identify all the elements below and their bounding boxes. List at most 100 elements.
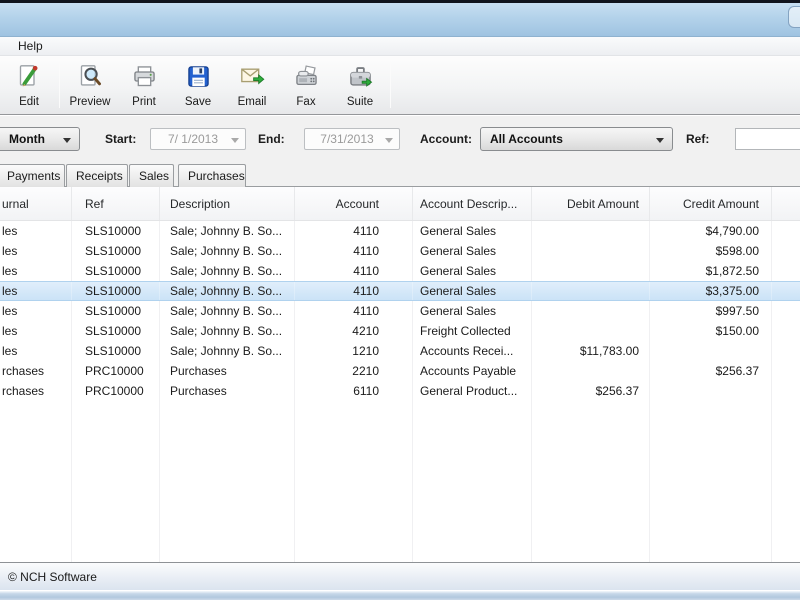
table-cell: Sale; Johnny B. So... [160,301,295,321]
table-cell: SLS10000 [72,321,160,341]
suite-button[interactable]: Suite [333,60,387,112]
table-cell: les [0,241,72,261]
tab-receipts[interactable]: Receipts [66,164,128,187]
end-date-value: 7/31/2013 [320,132,373,146]
table-cell [532,321,650,341]
tab-label: Sales [139,169,169,183]
table-cell-filler [772,282,800,300]
table-cell: SLS10000 [72,221,160,241]
table-cell: SLS10000 [72,301,160,321]
table-cell: Sale; Johnny B. So... [160,282,295,300]
table-cell [532,361,650,381]
table-cell: $1,872.50 [650,261,772,281]
grid-column-line [160,401,295,562]
table-cell: General Product... [413,381,532,401]
table-cell: SLS10000 [72,282,160,300]
table-cell: les [0,341,72,361]
table-cell: 4210 [295,321,413,341]
table-cell: les [0,261,72,281]
table-cell: 4110 [295,241,413,261]
table-cell: $150.00 [650,321,772,341]
end-date-picker[interactable]: 7/31/2013 [304,128,400,150]
status-bar: © NCH Software [0,562,800,590]
table-row[interactable]: rchasesPRC10000Purchases2210Accounts Pay… [0,361,800,381]
table-row[interactable]: lesSLS10000Sale; Johnny B. So...4110Gene… [0,261,800,281]
tab-payments[interactable]: Payments [0,164,65,187]
table-cell: 4110 [295,261,413,281]
table-cell: Freight Collected [413,321,532,341]
status-text: © NCH Software [8,570,97,584]
tab-bar: Payments Receipts Sales Purchases [0,162,800,187]
tab-label: Purchases [188,169,245,183]
table-cell-filler [772,241,800,261]
window-control-partial[interactable] [788,6,800,28]
edit-icon [16,63,43,95]
table-cell: 4110 [295,221,413,241]
table-cell: Accounts Payable [413,361,532,381]
app-window: Help Edit Preview [0,0,800,600]
column-header[interactable]: Credit Amount [650,187,772,220]
table-cell: rchases [0,361,72,381]
toolbar: Edit Preview Print [0,56,800,115]
table-cell [532,282,650,300]
filter-bar: Month Start: 7/ 1/2013 End: 7/31/2013 Ac… [0,116,800,162]
table-cell: Purchases [160,361,295,381]
table-cell-filler [772,361,800,381]
fax-button[interactable]: Fax [279,60,333,112]
table-cell: General Sales [413,282,532,300]
table-cell: General Sales [413,261,532,281]
table-cell: les [0,301,72,321]
table-row[interactable]: lesSLS10000Sale; Johnny B. So...4210Frei… [0,321,800,341]
table-cell-filler [772,381,800,401]
column-header[interactable]: Description [160,187,295,220]
table-cell: les [0,321,72,341]
table-cell: Sale; Johnny B. So... [160,221,295,241]
account-label: Account: [420,132,472,146]
column-header-filler [772,187,800,220]
table-cell: Purchases [160,381,295,401]
table-header-row: urnalRefDescriptionAccountAccount Descri… [0,187,800,221]
table-row[interactable]: lesSLS10000Sale; Johnny B. So...4110Gene… [0,241,800,261]
edit-button[interactable]: Edit [2,60,56,112]
column-header[interactable]: Debit Amount [532,187,650,220]
print-button[interactable]: Print [117,60,171,112]
preview-button[interactable]: Preview [63,60,117,112]
column-header[interactable]: Account Descrip... [413,187,532,220]
column-header[interactable]: urnal [0,187,72,220]
table-cell: $997.50 [650,301,772,321]
tab-purchases[interactable]: Purchases [178,164,246,187]
tab-sales[interactable]: Sales [129,164,174,187]
table-row[interactable]: rchasesPRC10000Purchases6110General Prod… [0,381,800,401]
table-cell: rchases [0,381,72,401]
menu-help[interactable]: Help [8,39,53,53]
table-row[interactable]: lesSLS10000Sale; Johnny B. So...4110Gene… [0,221,800,241]
table-cell [650,381,772,401]
window-bottom-edge [0,590,800,600]
table-cell: Accounts Recei... [413,341,532,361]
table-row[interactable]: lesSLS10000Sale; Johnny B. So...4110Gene… [0,281,800,301]
start-date-picker[interactable]: 7/ 1/2013 [150,128,246,150]
table-cell: Sale; Johnny B. So... [160,321,295,341]
ref-input[interactable] [735,128,800,150]
column-header[interactable]: Account [295,187,413,220]
grid-column-line [532,401,650,562]
journal-table: urnalRefDescriptionAccountAccount Descri… [0,187,800,562]
table-row[interactable]: lesSLS10000Sale; Johnny B. So...1210Acco… [0,341,800,361]
preview-icon [77,63,104,95]
grid-column-line [72,401,160,562]
account-dropdown[interactable]: All Accounts [480,127,673,151]
chevron-down-icon [385,138,393,143]
table-cell: 4110 [295,282,413,300]
period-dropdown[interactable]: Month [0,127,80,151]
email-button[interactable]: Email [225,60,279,112]
table-cell: $598.00 [650,241,772,261]
table-cell: les [0,282,72,300]
column-header[interactable]: Ref [72,187,160,220]
table-row[interactable]: lesSLS10000Sale; Johnny B. So...4110Gene… [0,301,800,321]
table-cell [532,221,650,241]
end-label: End: [258,132,285,146]
table-cell: General Sales [413,221,532,241]
table-cell-filler [772,301,800,321]
save-button[interactable]: Save [171,60,225,112]
table-cell: 2210 [295,361,413,381]
